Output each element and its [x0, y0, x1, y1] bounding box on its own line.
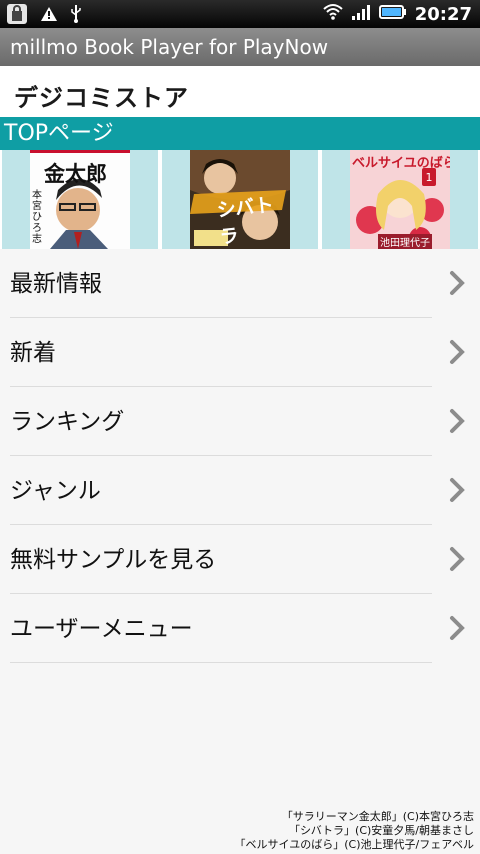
cover-title-shibatora: シバトラ	[215, 193, 275, 249]
menu-item-free-samples[interactable]: 無料サンプルを見る	[0, 525, 480, 594]
usb-icon	[70, 4, 82, 28]
menu-item-label: 無料サンプルを見る	[10, 547, 217, 573]
menu-item-label: ランキング	[10, 409, 125, 435]
menu-item-genre[interactable]: ジャンル	[0, 456, 480, 525]
warning-icon	[40, 6, 58, 26]
chevron-right-icon	[450, 271, 465, 295]
chevron-right-icon	[450, 478, 465, 502]
copyright-line: 「シバトラ」(C)安童夕馬/朝基まさし	[289, 824, 474, 837]
clock: 20:27	[414, 3, 472, 25]
book-cover-versailles[interactable]: 1 ベルサイユのばら 池田理代子	[350, 150, 450, 249]
menu-item-label: ジャンル	[10, 478, 101, 504]
menu-item-label: ユーザーメニュー	[10, 616, 193, 642]
svg-text:1: 1	[426, 171, 433, 184]
featured-book-1[interactable]: 金太郎 本宮ひろ志	[0, 150, 160, 249]
status-bar: 20:27	[0, 0, 480, 28]
menu-item-user-menu[interactable]: ユーザーメニュー	[0, 594, 480, 663]
main-menu: 最新情報 新着 ランキング ジャンル 無料サンプルを見る ユーザーメニュー	[0, 249, 480, 663]
cover-title-versailles: ベルサイユのばら	[352, 156, 450, 171]
chevron-right-icon	[450, 340, 465, 364]
signal-icon	[351, 3, 371, 25]
cover-title-kintaro: 金太郎	[44, 162, 107, 186]
featured-banner: 金太郎 本宮ひろ志 シバトラ 1 ベルサイユのばら 池田理代子	[0, 150, 480, 249]
cover-author-versailles: 池田理代子	[378, 234, 432, 249]
section-title: TOPページ	[0, 117, 480, 150]
store-logo: デジコミストア	[14, 84, 189, 112]
app-title-bar: millmo Book Player for PlayNow	[0, 28, 480, 66]
menu-item-label: 最新情報	[10, 271, 102, 297]
store-header: デジコミストア	[0, 66, 480, 117]
book-cover-shibatora[interactable]: シバトラ	[190, 150, 290, 249]
shopping-bag-icon	[6, 3, 28, 29]
book-cover-kintaro[interactable]: 金太郎 本宮ひろ志	[30, 150, 130, 249]
cover-author-kintaro: 本宮ひろ志	[32, 190, 42, 245]
menu-item-new-arrivals[interactable]: 新着	[0, 318, 480, 387]
menu-item-latest-info[interactable]: 最新情報	[0, 249, 480, 318]
copyright-line: 「ベルサイユのばら」(C)池上理代子/フェアベル	[234, 838, 474, 851]
menu-item-ranking[interactable]: ランキング	[0, 387, 480, 456]
chevron-right-icon	[450, 409, 465, 433]
chevron-right-icon	[450, 616, 465, 640]
divider	[10, 662, 432, 663]
menu-item-label: 新着	[10, 340, 56, 366]
featured-book-3[interactable]: 1 ベルサイユのばら 池田理代子	[320, 150, 480, 249]
copyright-footer: 「サラリーマン金太郎」(C)本宮ひろ志 「シバトラ」(C)安童夕馬/朝基まさし …	[234, 810, 474, 852]
chevron-right-icon	[450, 547, 465, 571]
copyright-line: 「サラリーマン金太郎」(C)本宮ひろ志	[281, 810, 474, 823]
featured-book-2[interactable]: シバトラ	[160, 150, 320, 249]
wifi-icon	[323, 3, 343, 25]
battery-icon	[378, 4, 407, 24]
